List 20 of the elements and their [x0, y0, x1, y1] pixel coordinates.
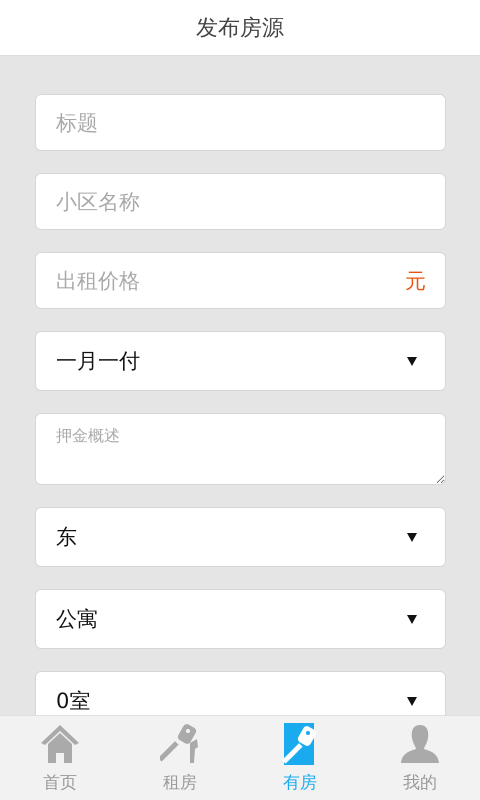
text-field[interactable]: 小区名称	[35, 173, 446, 230]
dropdown[interactable]: 公寓	[35, 589, 446, 649]
home-icon	[40, 722, 80, 764]
dropdown[interactable]: 一月一付	[35, 331, 446, 391]
caret-icon	[407, 356, 417, 366]
text-area[interactable]: 押金概述	[35, 413, 446, 485]
keys-icon	[160, 722, 200, 764]
page-title: 发布房源	[196, 14, 284, 42]
caret-icon	[407, 614, 417, 624]
caret-icon	[407, 696, 417, 706]
person-icon	[400, 722, 440, 764]
tab-label: 我的	[403, 772, 437, 794]
text-field[interactable]: 标题	[35, 94, 446, 151]
tab-label: 有房	[283, 772, 317, 794]
dropdown[interactable]: 东	[35, 507, 446, 567]
dropdown[interactable]: 0室	[35, 671, 446, 715]
tab-label: 首页	[43, 772, 77, 794]
tab-label: 租房	[163, 772, 197, 794]
caret-icon	[407, 532, 417, 542]
currency-unit: 元	[405, 268, 426, 295]
